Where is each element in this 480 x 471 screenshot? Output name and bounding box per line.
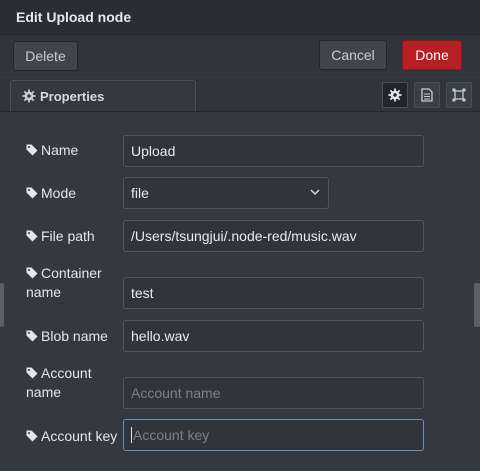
done-button[interactable]: Done [402,40,462,70]
account-key-input[interactable]: Account key [123,419,424,451]
resize-handle-left[interactable] [0,283,4,327]
gear-icon [22,89,36,103]
tag-icon [26,230,38,242]
dialog-toolbar: Delete Cancel Done [0,35,480,77]
container-name-input[interactable]: test [123,277,424,309]
dialog-titlebar: Edit Upload node [0,0,480,35]
delete-button[interactable]: Delete [13,41,78,71]
dialog-title: Edit Upload node [16,9,132,25]
tag-icon [26,267,38,279]
mode-select[interactable]: file [123,177,329,209]
account-name-input[interactable]: Account name [123,377,424,409]
account-key-placeholder: Account key [133,427,210,443]
tab-properties[interactable]: Properties [10,80,196,111]
cancel-button[interactable]: Cancel [319,40,387,70]
properties-form: Name Upload Mode file File path /Users/t… [0,112,480,471]
tag-icon [26,430,38,442]
mode-select-value: file [131,185,149,201]
container-name-label: Container name [26,265,102,300]
tab-properties-icon[interactable] [382,82,408,108]
tab-bar: Properties [0,78,480,112]
frame-icon [452,88,466,102]
tab-properties-label: Properties [40,89,105,104]
tab-appearance[interactable] [446,82,472,108]
name-label: Name [26,141,78,160]
tag-icon [26,144,38,156]
text-caret [131,427,132,443]
document-icon [421,88,433,102]
file-path-label: File path [26,227,95,246]
tab-description[interactable] [414,82,440,108]
tag-icon [26,187,38,199]
name-input[interactable]: Upload [123,135,424,167]
file-path-input[interactable]: /Users/tsungjui/.node-red/music.wav [123,220,424,252]
mode-label: Mode [26,184,76,203]
tag-icon [26,330,38,342]
tag-icon [26,367,38,379]
gear-icon [388,88,402,102]
account-name-label: Account name [26,365,92,400]
blob-name-input[interactable]: hello.wav [123,320,424,352]
scrollbar[interactable] [474,283,480,327]
chevron-down-icon [310,189,320,196]
blob-name-label: Blob name [26,327,108,346]
account-key-label: Account key [26,427,117,446]
